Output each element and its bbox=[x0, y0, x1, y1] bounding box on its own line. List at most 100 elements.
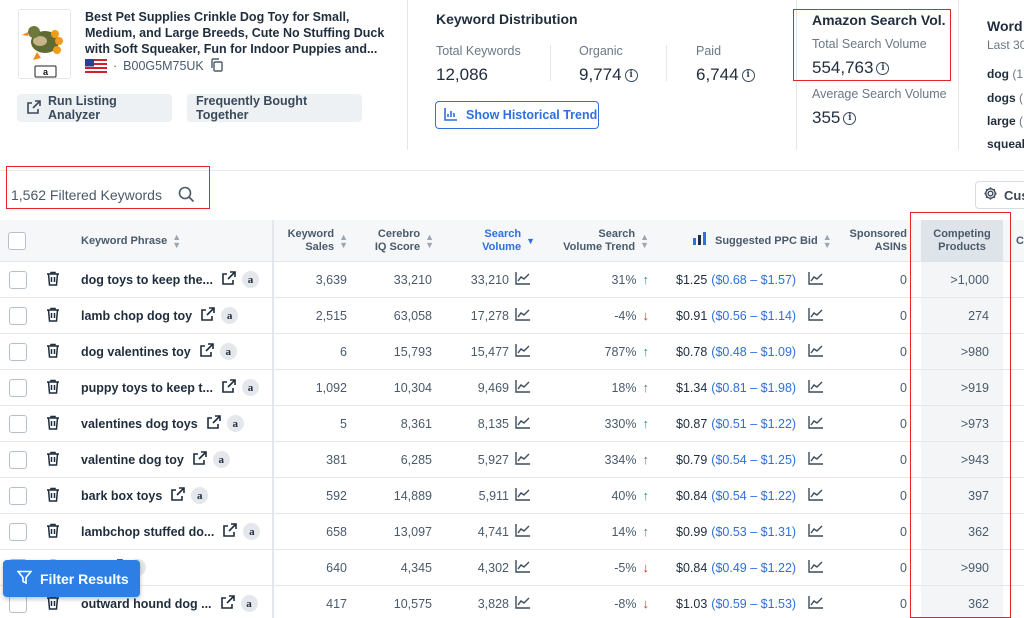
table-row[interactable]: valentine dog toy a 381 6,285 5,927 334% ↑ $0.7… bbox=[0, 442, 1024, 478]
select-all-checkbox[interactable] bbox=[8, 220, 28, 262]
keyword-phrase[interactable]: puppy toys to keep t... bbox=[81, 381, 213, 395]
history-chart-icon[interactable] bbox=[808, 523, 824, 540]
product-title[interactable]: Best Pet Supplies Crinkle Dog Toy for Sm… bbox=[85, 9, 385, 57]
product-image[interactable]: a bbox=[18, 9, 71, 79]
info-icon[interactable]: i bbox=[741, 68, 755, 82]
trash-icon[interactable] bbox=[46, 451, 60, 469]
info-icon[interactable]: i bbox=[624, 68, 638, 82]
header-search-volume[interactable]: Search Volume ▼ bbox=[440, 220, 535, 262]
history-chart-icon[interactable] bbox=[515, 379, 531, 396]
header-sponsored-asins[interactable]: Sponsored ASINs bbox=[840, 220, 907, 262]
history-chart-icon[interactable] bbox=[808, 487, 824, 504]
show-historical-trend-button[interactable]: Show Historical Trend bbox=[435, 101, 599, 129]
history-chart-icon[interactable] bbox=[515, 487, 531, 504]
external-link-icon[interactable] bbox=[199, 342, 215, 361]
history-chart-icon[interactable] bbox=[808, 307, 824, 324]
row-checkbox[interactable] bbox=[9, 486, 27, 505]
history-chart-icon[interactable] bbox=[808, 595, 824, 612]
header-keyword-phrase[interactable]: Keyword Phrase ▲ ▼ bbox=[81, 220, 261, 262]
copy-icon[interactable] bbox=[210, 57, 224, 75]
keyword-phrase[interactable]: outward hound dog ... bbox=[81, 597, 212, 611]
keyword-phrase[interactable]: lamb chop dog toy bbox=[81, 309, 192, 323]
external-link-icon[interactable] bbox=[170, 486, 186, 505]
amazon-icon[interactable]: a bbox=[241, 379, 259, 396]
keyword-phrase[interactable]: lambchop stuffed do... bbox=[81, 525, 214, 539]
sort-icon[interactable]: ▲ ▼ bbox=[425, 233, 434, 250]
history-chart-icon[interactable] bbox=[515, 559, 531, 576]
trash-icon[interactable] bbox=[46, 307, 60, 325]
row-checkbox[interactable] bbox=[9, 594, 27, 613]
amazon-icon[interactable]: a bbox=[219, 343, 237, 360]
amazon-icon[interactable]: a bbox=[191, 487, 209, 504]
history-chart-icon[interactable] bbox=[515, 343, 531, 360]
trash-icon[interactable] bbox=[46, 595, 60, 613]
history-chart-icon[interactable] bbox=[808, 343, 824, 360]
external-link-icon[interactable] bbox=[221, 378, 237, 397]
sort-icon[interactable]: ▲ ▼ bbox=[823, 233, 832, 250]
header-suggested-ppc-bid[interactable]: Suggested PPC Bid ▲ ▼ bbox=[692, 220, 832, 262]
sort-descending-icon[interactable]: ▼ bbox=[526, 237, 535, 246]
history-chart-icon[interactable] bbox=[515, 415, 531, 432]
checkbox[interactable] bbox=[8, 232, 26, 250]
row-checkbox[interactable] bbox=[9, 342, 27, 361]
filter-results-button[interactable]: Filter Results bbox=[3, 560, 140, 597]
customize-columns-button[interactable]: Cus bbox=[975, 181, 1024, 209]
table-row[interactable]: puppy toys to keep t... a 1,092 10,304 9,469… bbox=[0, 370, 1024, 406]
external-link-icon[interactable] bbox=[220, 594, 236, 613]
trash-icon[interactable] bbox=[46, 379, 60, 397]
header-search-volume-trend[interactable]: Search Volume Trend ▲ ▼ bbox=[545, 220, 649, 262]
trash-icon[interactable] bbox=[46, 487, 60, 505]
external-link-icon[interactable] bbox=[206, 414, 222, 433]
row-checkbox[interactable] bbox=[9, 450, 27, 469]
frequently-bought-together-button[interactable]: Frequently Bought Together bbox=[187, 94, 362, 122]
table-row[interactable]: toya6404,3454,302-5%↓$0.84($0.49 – $1.22… bbox=[0, 550, 1024, 586]
table-row[interactable]: bark box toys a 592 14,889 5,911 40% ↑ $0.84 ($0… bbox=[0, 478, 1024, 514]
amazon-icon[interactable]: a bbox=[243, 523, 261, 540]
table-row[interactable]: outward hound dog ... a 417 10,575 3,828 -8% ↓… bbox=[0, 586, 1024, 618]
amazon-icon[interactable]: a bbox=[240, 595, 258, 612]
external-link-icon[interactable] bbox=[222, 522, 238, 541]
header-cerebro-iq[interactable]: Cerebro IQ Score ▲ ▼ bbox=[350, 220, 434, 262]
external-link-icon[interactable] bbox=[192, 450, 208, 469]
history-chart-icon[interactable] bbox=[808, 271, 824, 288]
history-chart-icon[interactable] bbox=[515, 595, 531, 612]
trash-icon[interactable] bbox=[46, 415, 60, 433]
amazon-icon[interactable]: a bbox=[221, 307, 239, 324]
amazon-icon[interactable]: a bbox=[212, 451, 230, 468]
table-row[interactable]: dog valentines toy a 6 15,793 15,477 787% ↑ $0.… bbox=[0, 334, 1024, 370]
external-link-icon[interactable] bbox=[200, 306, 216, 325]
table-row[interactable]: lambchop stuffed do... a 658 13,097 4,741 14%… bbox=[0, 514, 1024, 550]
history-chart-icon[interactable] bbox=[808, 415, 824, 432]
history-chart-icon[interactable] bbox=[515, 307, 531, 324]
info-icon[interactable]: i bbox=[843, 111, 857, 125]
trash-icon[interactable] bbox=[46, 523, 60, 541]
header-keyword-sales[interactable]: Keyword Sales ▲ ▼ bbox=[272, 220, 348, 262]
row-checkbox[interactable] bbox=[9, 306, 27, 325]
keyword-phrase[interactable]: valentine dog toy bbox=[81, 453, 184, 467]
table-row[interactable]: valentines dog toys a 5 8,361 8,135 330% ↑ $0.8… bbox=[0, 406, 1024, 442]
history-chart-icon[interactable] bbox=[808, 559, 824, 576]
keyword-phrase[interactable]: bark box toys bbox=[81, 489, 162, 503]
amazon-icon[interactable]: a bbox=[226, 415, 244, 432]
history-chart-icon[interactable] bbox=[515, 451, 531, 468]
history-chart-icon[interactable] bbox=[808, 451, 824, 468]
trash-icon[interactable] bbox=[46, 271, 60, 289]
table-row[interactable]: dog toys to keep the... a 3,639 33,210 33,21… bbox=[0, 262, 1024, 298]
sort-icon[interactable]: ▲ ▼ bbox=[172, 233, 181, 250]
row-checkbox[interactable] bbox=[9, 414, 27, 433]
trash-icon[interactable] bbox=[46, 343, 60, 361]
sort-icon[interactable]: ▲ ▼ bbox=[339, 233, 348, 250]
history-chart-icon[interactable] bbox=[515, 271, 531, 288]
info-icon[interactable]: i bbox=[876, 61, 890, 75]
history-chart-icon[interactable] bbox=[515, 523, 531, 540]
search-icon[interactable] bbox=[178, 186, 195, 208]
history-chart-icon[interactable] bbox=[808, 379, 824, 396]
row-checkbox[interactable] bbox=[9, 522, 27, 541]
keyword-phrase[interactable]: dog toys to keep the... bbox=[81, 273, 213, 287]
run-listing-analyzer-button[interactable]: Run Listing Analyzer bbox=[17, 94, 172, 122]
row-checkbox[interactable] bbox=[9, 378, 27, 397]
header-next-column[interactable]: C bbox=[1016, 220, 1024, 262]
keyword-phrase[interactable]: dog valentines toy bbox=[81, 345, 191, 359]
table-row[interactable]: lamb chop dog toy a 2,515 63,058 17,278 -4% ↓ $… bbox=[0, 298, 1024, 334]
amazon-icon[interactable]: a bbox=[241, 271, 259, 288]
